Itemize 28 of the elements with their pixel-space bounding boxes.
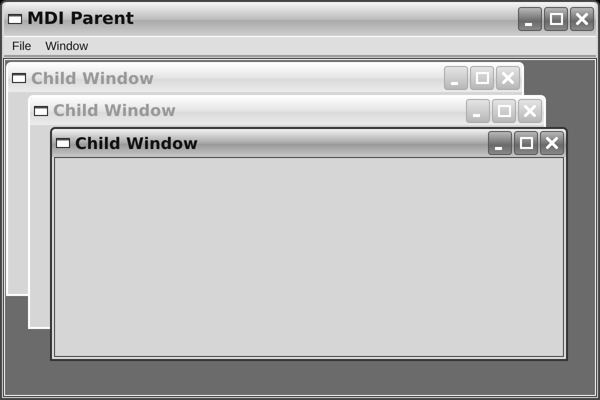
maximize-icon [520, 137, 532, 149]
window-icon [8, 14, 22, 24]
close-button[interactable] [540, 131, 564, 155]
maximize-icon [498, 104, 510, 116]
window-icon [34, 106, 48, 116]
window-title: Child Window [75, 134, 199, 152]
close-icon [502, 72, 514, 84]
minimize-button[interactable] [518, 7, 542, 31]
window-title: Child Window [53, 101, 177, 120]
maximize-icon [550, 13, 562, 25]
close-icon [546, 137, 558, 149]
window-title: MDI Parent [27, 9, 135, 29]
window-title: Child Window [31, 68, 155, 88]
minimize-icon [451, 82, 458, 84]
close-button[interactable] [570, 7, 594, 31]
window-icon [56, 138, 70, 148]
menu-item[interactable]: Window [45, 39, 88, 53]
maximize-icon [476, 72, 488, 84]
menu-item[interactable]: File [12, 39, 32, 53]
minimize-button[interactable] [488, 131, 512, 155]
close-icon [576, 13, 588, 25]
maximize-button[interactable] [544, 7, 568, 31]
close-icon [524, 104, 536, 116]
minimize-icon [473, 114, 480, 117]
minimize-icon [495, 146, 502, 150]
maximize-button[interactable] [514, 131, 538, 155]
minimize-icon [525, 22, 532, 26]
window-icon [12, 73, 26, 83]
